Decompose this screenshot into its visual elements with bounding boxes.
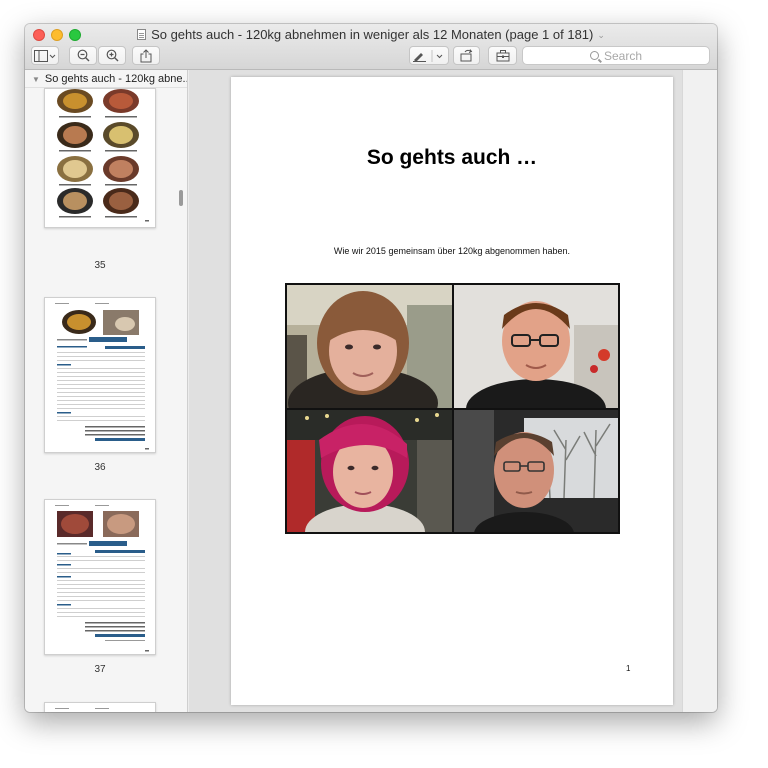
thumbnail-page-38[interactable] bbox=[44, 702, 156, 712]
photo-woman-red-hair bbox=[287, 410, 452, 532]
window-title-text: So gehts auch - 120kg abnehmen in wenige… bbox=[151, 27, 594, 42]
markup-button[interactable] bbox=[409, 46, 449, 65]
photo-man-glasses bbox=[454, 285, 618, 408]
photo-collage bbox=[285, 283, 620, 534]
thumbnail-37-content bbox=[55, 505, 149, 652]
page-title: So gehts auch … bbox=[366, 146, 538, 169]
rotate-button[interactable] bbox=[453, 46, 480, 65]
thumbnail-page-36[interactable] bbox=[44, 297, 156, 453]
search-field[interactable]: Search bbox=[522, 46, 710, 65]
thumbnail-number-37: 37 bbox=[94, 664, 106, 675]
photo-man-in-car bbox=[454, 410, 618, 532]
pen-icon bbox=[413, 49, 443, 62]
disclosure-triangle-icon: ▼ bbox=[32, 75, 40, 84]
thumbnail-36-content bbox=[55, 303, 149, 450]
thumbnail-page-35[interactable] bbox=[44, 88, 156, 228]
sidebar-toggle-button[interactable] bbox=[31, 46, 59, 65]
thumbnail-page-37[interactable] bbox=[44, 499, 156, 655]
zoom-in-button[interactable] bbox=[98, 46, 126, 65]
window-title[interactable]: So gehts auch - 120kg abnehmen in wenige… bbox=[25, 27, 717, 43]
title-chevron-down-icon: ⌄ bbox=[597, 30, 605, 40]
sidebar-icon bbox=[34, 49, 56, 62]
share-button[interactable] bbox=[132, 46, 160, 65]
pdf-page: So gehts auch … Wie wir 2015 gemeinsam ü… bbox=[231, 77, 673, 705]
document-icon bbox=[137, 29, 147, 40]
thumbnail-number-35: 35 bbox=[94, 260, 106, 271]
rotate-icon bbox=[460, 49, 472, 62]
sidebar-scroll-thumb[interactable] bbox=[179, 190, 183, 206]
sidebar-document-header[interactable]: ▼ So gehts auch - 120kg abne... bbox=[25, 70, 188, 88]
thumbnail-sidebar[interactable]: ▼ So gehts auch - 120kg abne... 35 36 37 bbox=[25, 70, 188, 712]
toolbox-button[interactable] bbox=[488, 46, 517, 65]
search-icon bbox=[589, 51, 599, 60]
page-number: 1 bbox=[626, 664, 631, 673]
document-scrollbar-track[interactable] bbox=[682, 70, 717, 712]
thumbnail-35-content bbox=[57, 89, 149, 222]
document-view[interactable]: So gehts auch … Wie wir 2015 gemeinsam ü… bbox=[189, 70, 717, 712]
thumbnail-number-36: 36 bbox=[94, 462, 106, 473]
page-subtitle: Wie wir 2015 gemeinsam über 120kg abgeno… bbox=[333, 246, 571, 256]
preview-window: So gehts auch - 120kg abnehmen in wenige… bbox=[25, 24, 717, 712]
search-placeholder: Search bbox=[603, 48, 643, 63]
toolbox-icon bbox=[496, 49, 509, 61]
sidebar-document-label: So gehts auch - 120kg abne... bbox=[44, 73, 188, 85]
photo-woman-brown-hair bbox=[287, 285, 452, 408]
title-bar: So gehts auch - 120kg abnehmen in wenige… bbox=[25, 24, 717, 70]
zoom-out-button[interactable] bbox=[69, 46, 97, 65]
share-icon bbox=[140, 48, 152, 62]
zoom-in-icon bbox=[106, 49, 118, 62]
zoom-out-icon bbox=[77, 49, 89, 62]
thumbnail-38-content bbox=[55, 708, 109, 709]
